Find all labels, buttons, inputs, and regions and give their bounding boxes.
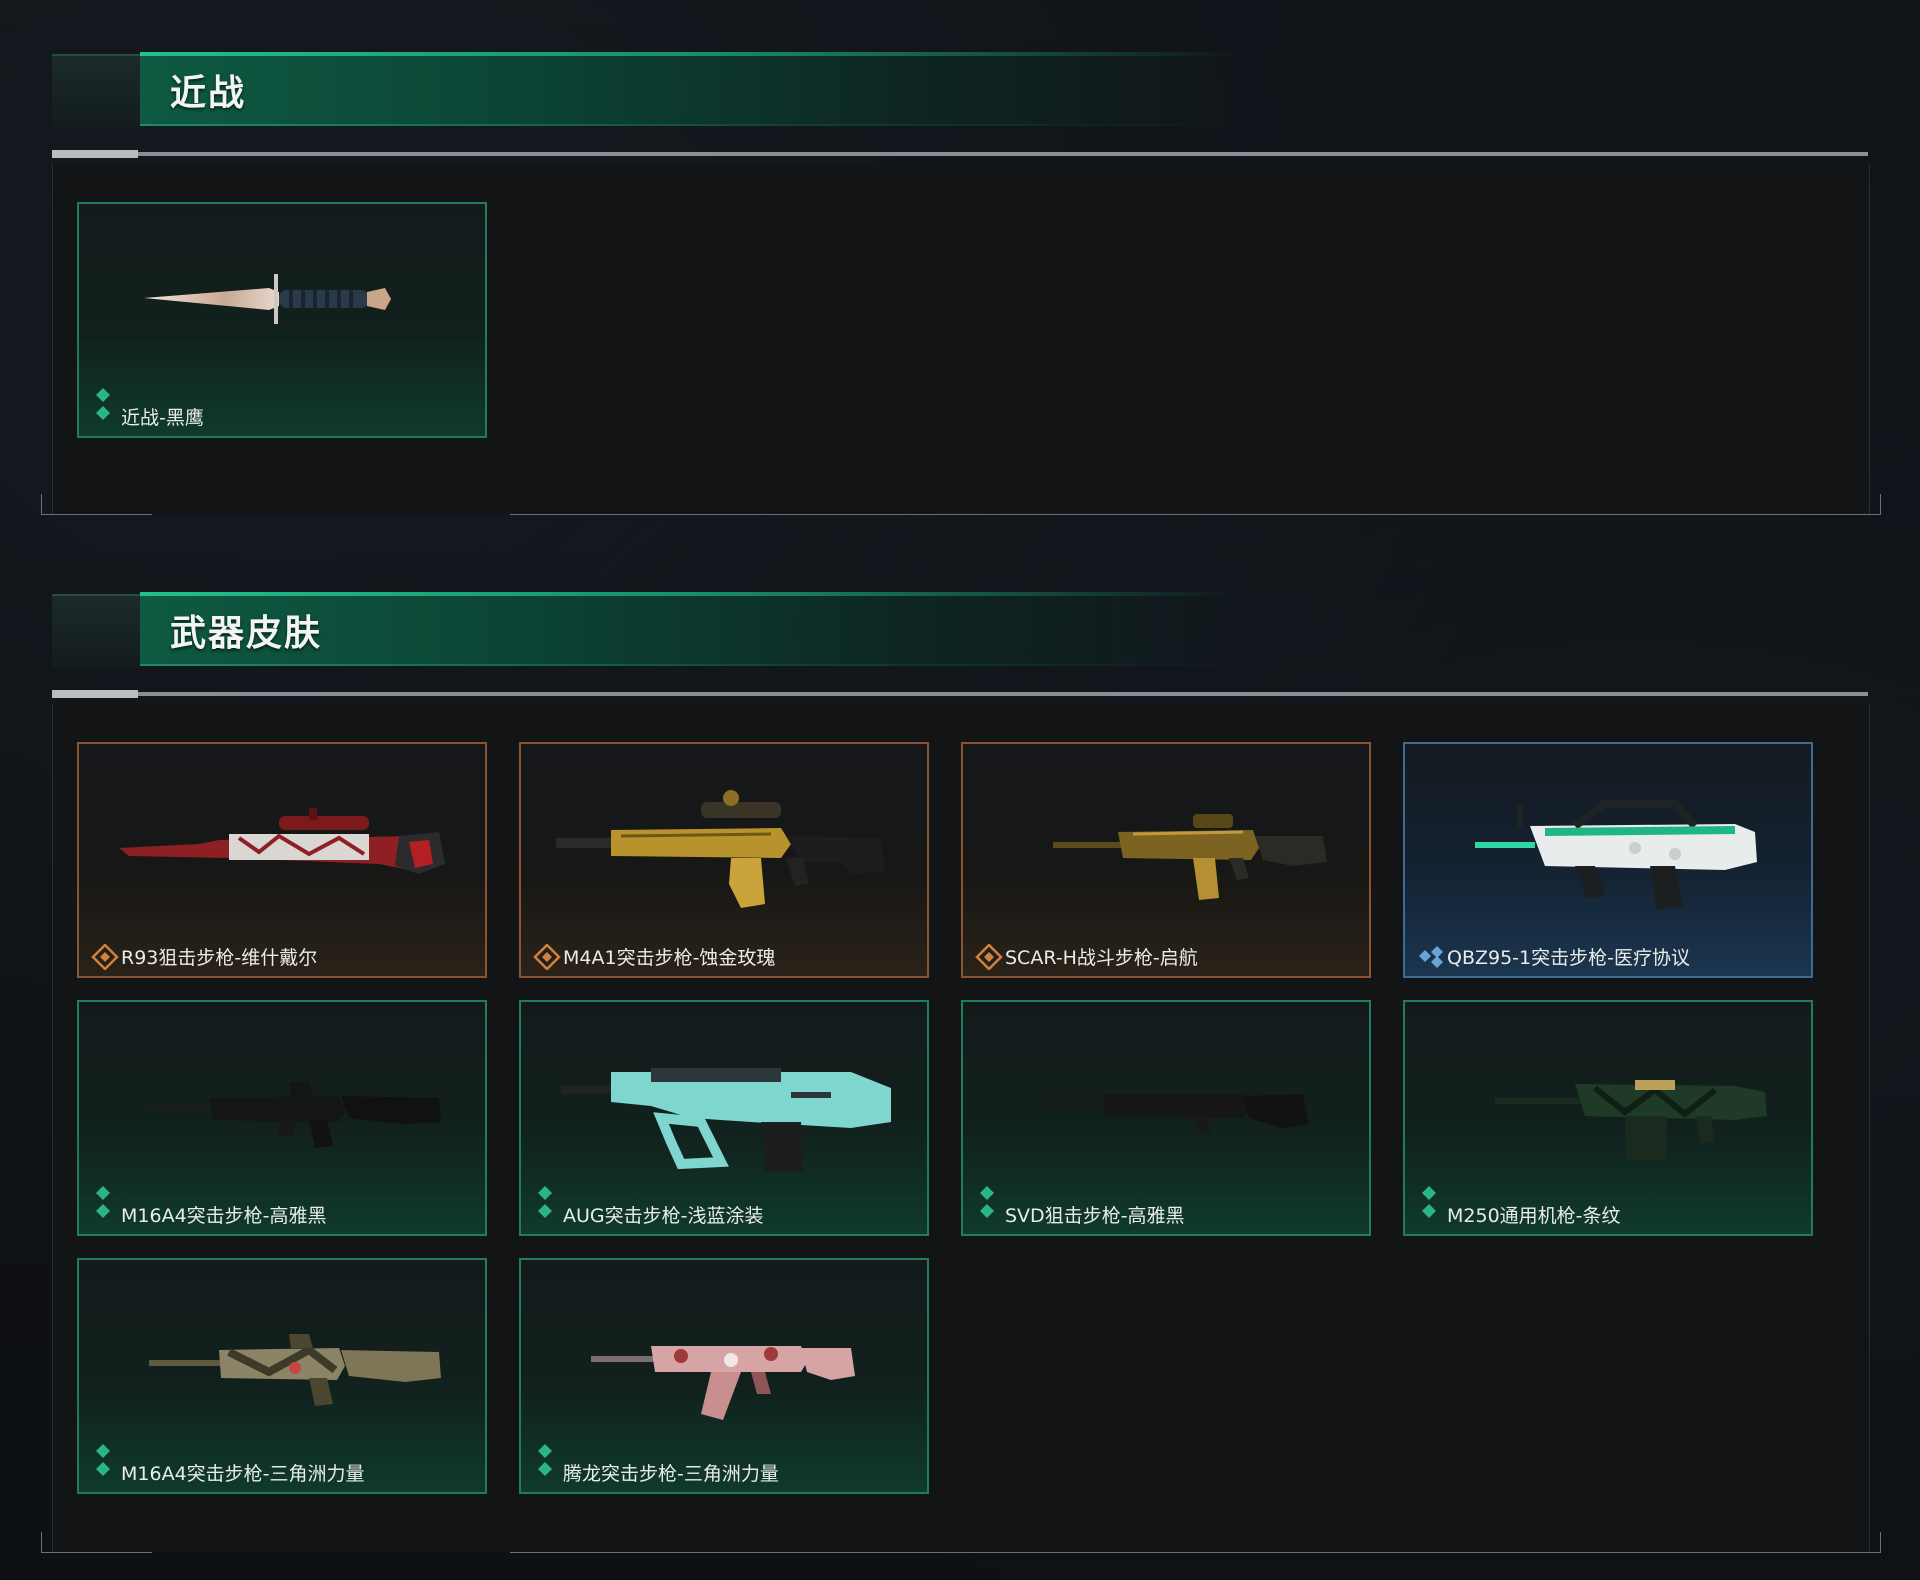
item-card[interactable]: M250通用机枪-条纹 xyxy=(1403,1000,1813,1236)
bullpup-rifle-icon xyxy=(1475,800,1757,910)
panel-corner-left xyxy=(41,494,152,515)
item-card[interactable]: QBZ95-1突击步枪-医疗协议 xyxy=(1403,742,1813,978)
panel-corner-right xyxy=(510,1532,1881,1553)
panel-corner-right xyxy=(510,494,1881,515)
item-card[interactable]: M16A4突击步枪-高雅黑 xyxy=(77,1000,487,1236)
item-card[interactable]: R93狙击步枪-维什戴尔 xyxy=(77,742,487,978)
assault-rifle-icon xyxy=(556,790,885,908)
rarity-green-icon xyxy=(96,388,110,420)
rarity-green-icon xyxy=(96,1444,110,1476)
machine-gun-icon xyxy=(1495,1080,1767,1160)
item-card[interactable]: 腾龙突击步枪-三角洲力量 xyxy=(519,1258,929,1494)
item-name: SVD狙击步枪-高雅黑 xyxy=(1005,1205,1185,1227)
section-melee: 近战 近战-黑鹰 xyxy=(41,52,1881,532)
assault-rifle-icon xyxy=(149,1334,441,1406)
rarity-green-icon xyxy=(96,1186,110,1218)
rarity-orange-icon xyxy=(91,944,119,970)
item-card[interactable]: SCAR-H战斗步枪-启航 xyxy=(961,742,1371,978)
section-title: 近战 xyxy=(170,73,247,114)
item-name: QBZ95-1突击步枪-医疗协议 xyxy=(1447,947,1690,969)
assault-rifle-icon xyxy=(149,1082,441,1148)
item-name: SCAR-H战斗步枪-启航 xyxy=(1005,947,1198,969)
section-header-melee: 近战 xyxy=(52,52,1868,130)
rarity-orange-icon xyxy=(533,944,561,970)
rarity-green-icon xyxy=(980,1186,994,1218)
header-bottomline xyxy=(140,664,1240,666)
item-card[interactable]: SVD狙击步枪-高雅黑 xyxy=(961,1000,1371,1236)
item-card[interactable]: 近战-黑鹰 xyxy=(77,202,487,438)
header-band xyxy=(140,52,1240,126)
item-name: M250通用机枪-条纹 xyxy=(1447,1205,1621,1227)
sniper-rifle-icon xyxy=(1033,1094,1309,1132)
header-topline xyxy=(140,52,1240,56)
items-panel: R93狙击步枪-维什戴尔 M4A1突击步枪-蚀金玫瑰 SCAR-H战斗步枪-启航… xyxy=(41,704,1881,1553)
header-topline xyxy=(140,592,1240,596)
rarity-orange-icon xyxy=(975,944,1003,970)
item-name: 近战-黑鹰 xyxy=(121,407,204,429)
header-stub xyxy=(52,594,140,670)
section-title: 武器皮肤 xyxy=(170,613,323,654)
assault-rifle-icon xyxy=(591,1346,855,1420)
section-divider xyxy=(52,690,1868,698)
rarity-blue-icon xyxy=(1419,946,1443,968)
section-divider xyxy=(52,150,1868,158)
bullpup-rifle-icon xyxy=(561,1068,891,1172)
item-card[interactable]: M16A4突击步枪-三角洲力量 xyxy=(77,1258,487,1494)
header-stub xyxy=(52,54,140,130)
rarity-green-icon xyxy=(1422,1186,1436,1218)
battle-rifle-icon xyxy=(1053,814,1327,900)
header-bottomline xyxy=(140,124,1240,126)
item-name: R93狙击步枪-维什戴尔 xyxy=(121,947,318,969)
item-name: M4A1突击步枪-蚀金玫瑰 xyxy=(563,947,776,969)
knife-icon xyxy=(144,274,391,324)
item-name: M16A4突击步枪-高雅黑 xyxy=(121,1205,327,1227)
section-weapon-skins: 武器皮肤 R93狙击步枪-维什戴尔 M4A1突击步枪-蚀金玫瑰 SCAR-H战斗… xyxy=(41,592,1881,1553)
item-name: 腾龙突击步枪-三角洲力量 xyxy=(563,1463,779,1485)
rarity-green-icon xyxy=(538,1444,552,1476)
rarity-green-icon xyxy=(538,1186,552,1218)
item-card[interactable]: M4A1突击步枪-蚀金玫瑰 xyxy=(519,742,929,978)
items-panel: 近战-黑鹰 xyxy=(41,164,1881,515)
item-name: AUG突击步枪-浅蓝涂装 xyxy=(563,1205,764,1227)
sniper-rifle-icon xyxy=(119,808,445,874)
item-name: M16A4突击步枪-三角洲力量 xyxy=(121,1463,365,1485)
item-card[interactable]: AUG突击步枪-浅蓝涂装 xyxy=(519,1000,929,1236)
section-header-skins: 武器皮肤 xyxy=(52,592,1868,670)
panel-corner-left xyxy=(41,1532,152,1553)
